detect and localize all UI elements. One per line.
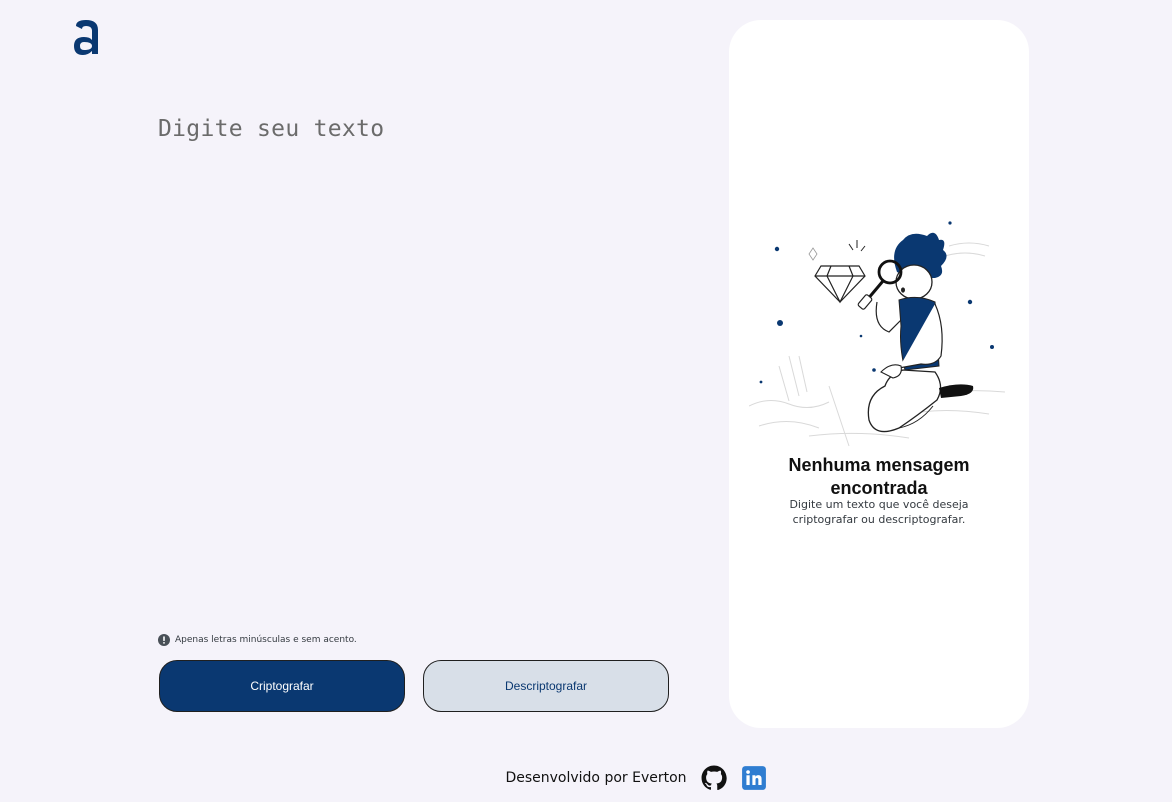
footer-credit: Desenvolvido por Everton bbox=[505, 770, 687, 786]
github-icon[interactable] bbox=[701, 765, 727, 791]
footer: Desenvolvido por Everton bbox=[0, 762, 1172, 794]
empty-state-title: Nenhuma mensagem encontrada bbox=[788, 455, 970, 498]
hint-text: Apenas letras minúsculas e sem acento. bbox=[175, 635, 357, 645]
input-hint: Apenas letras minúsculas e sem acento. bbox=[158, 632, 357, 648]
encrypt-button[interactable]: Criptografar bbox=[159, 660, 405, 712]
person-with-magnifying-glass-illustration bbox=[748, 216, 1011, 466]
alura-logo-icon[interactable] bbox=[72, 18, 102, 58]
output-panel: Nenhuma mensagem encontrada Digite um te… bbox=[729, 20, 1029, 728]
decrypt-button[interactable]: Descriptografar bbox=[423, 660, 669, 712]
info-icon bbox=[158, 634, 170, 646]
empty-state-subtitle: Digite um texto que você deseja criptogr… bbox=[789, 498, 969, 526]
linkedin-icon[interactable] bbox=[741, 765, 767, 791]
message-input[interactable] bbox=[158, 112, 688, 612]
